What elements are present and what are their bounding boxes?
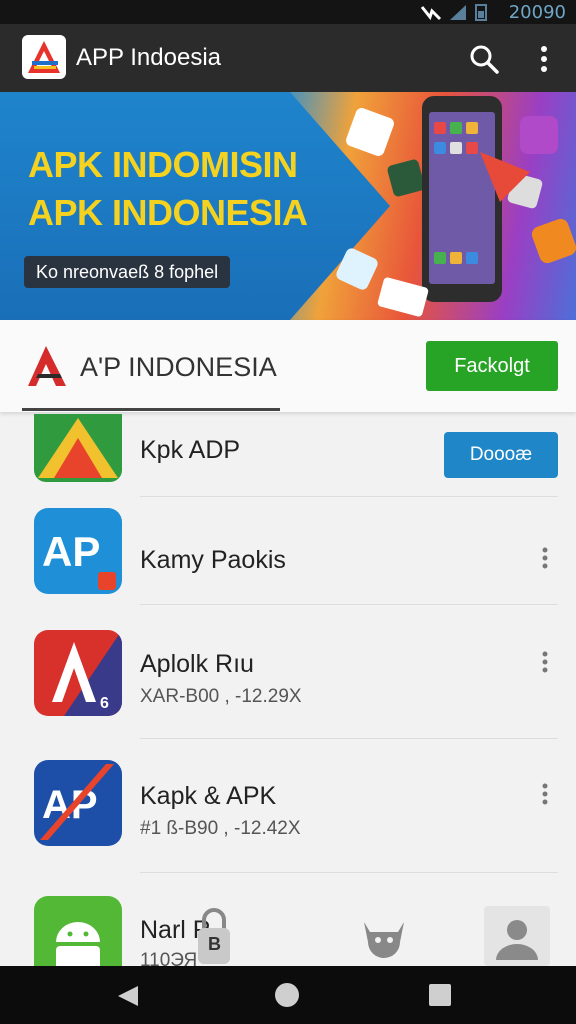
user-avatar-icon[interactable] — [484, 906, 550, 966]
robot-head-icon[interactable] — [358, 912, 410, 960]
list-item[interactable]: AP Kamy Paokis — [0, 498, 576, 606]
brand-row: A'P INDONESIA Fackolgt — [0, 320, 576, 412]
green-triangle-icon — [34, 414, 122, 482]
app-logo-icon — [22, 35, 66, 79]
banner-tagline: Ko nreonvaeß 8 fophel — [24, 256, 231, 288]
list-item[interactable]: Kpk ADP Doooæ — [0, 412, 576, 498]
more-vert-icon[interactable] — [530, 41, 558, 77]
svg-text:6: 6 — [100, 695, 109, 712]
phone-illustration — [336, 96, 576, 317]
status-icons — [420, 3, 488, 21]
list-item[interactable]: AP Kapk & APK #1 ß-B90 , -12.42X — [0, 738, 576, 873]
divider — [140, 496, 558, 497]
back-icon[interactable] — [116, 984, 140, 1008]
recents-icon[interactable] — [429, 984, 451, 1006]
more-vert-icon[interactable] — [536, 782, 554, 806]
app-subtitle: XAR-B00 , -12.29X — [140, 686, 302, 707]
padlock-icon[interactable]: B — [194, 906, 234, 966]
android-icon — [34, 896, 122, 966]
divider — [140, 604, 558, 605]
app-subtitle: #1 ß-B90 , -12.42X — [140, 818, 301, 839]
tab-indicator — [22, 408, 280, 411]
signal-icon — [450, 5, 466, 20]
brand-logo-icon — [26, 344, 78, 388]
app-title: APP Indoesia — [76, 44, 221, 71]
red-a-icon: 6 — [34, 630, 122, 716]
tab-1-label: B — [208, 934, 221, 954]
notification-icon — [420, 6, 442, 21]
brand-text: A'P INDONESIA — [80, 352, 277, 382]
list-item[interactable]: 6 Aplolk Rıu XAR-B00 , -12.29X — [0, 606, 576, 739]
banner-headline-1: APK INDOMISIN — [28, 144, 298, 185]
app-name: Kapk & APK — [140, 782, 277, 810]
banner-headline-2: APK INDONESIA — [28, 192, 308, 233]
promo-banner[interactable]: APK INDOMISIN APK INDONESIA Ko nreonvaeß… — [0, 92, 576, 320]
more-vert-icon[interactable] — [536, 650, 554, 674]
status-bar: 20090 — [0, 0, 576, 24]
ap-stripe-icon: AP — [34, 760, 122, 846]
system-nav-bar — [0, 966, 576, 1024]
more-vert-icon[interactable] — [536, 546, 554, 570]
app-bar: APP Indoesia — [0, 24, 576, 92]
status-time: 20090 — [508, 2, 566, 23]
battery-icon — [475, 4, 487, 21]
ap-blue-icon: AP — [34, 508, 122, 594]
download-button[interactable]: Doooæ — [444, 432, 558, 478]
app-name: Kamy Paokis — [140, 546, 286, 574]
feature-button[interactable]: Fackolgt — [426, 341, 558, 391]
search-icon[interactable] — [466, 41, 502, 77]
home-icon[interactable] — [275, 983, 299, 1007]
app-name: Kpk ADP — [140, 436, 241, 464]
svg-text:AP: AP — [42, 528, 100, 575]
app-name: Aplolk Rıu — [140, 650, 254, 678]
app-subtitle: 110ЭЯ — [140, 950, 198, 966]
